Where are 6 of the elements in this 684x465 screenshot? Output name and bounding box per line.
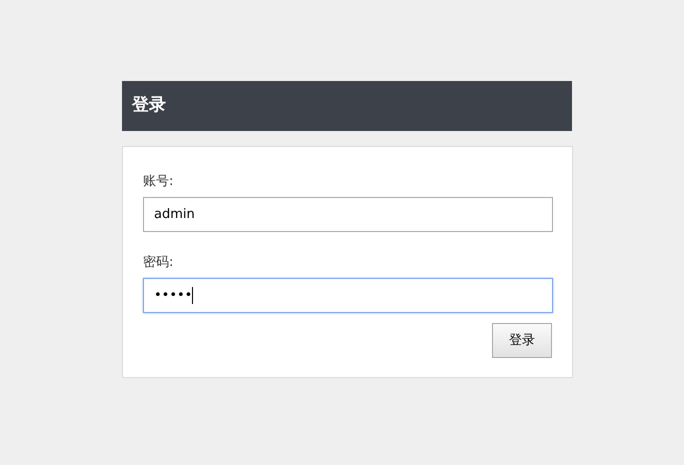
login-button[interactable]: 登录 bbox=[492, 323, 552, 358]
login-title: 登录 bbox=[132, 94, 166, 118]
input-field[interactable]: ••••• bbox=[143, 278, 553, 313]
input-field[interactable]: admin bbox=[143, 197, 553, 232]
field-label: 账号: bbox=[143, 173, 174, 191]
field-label: 密码: bbox=[143, 254, 174, 272]
